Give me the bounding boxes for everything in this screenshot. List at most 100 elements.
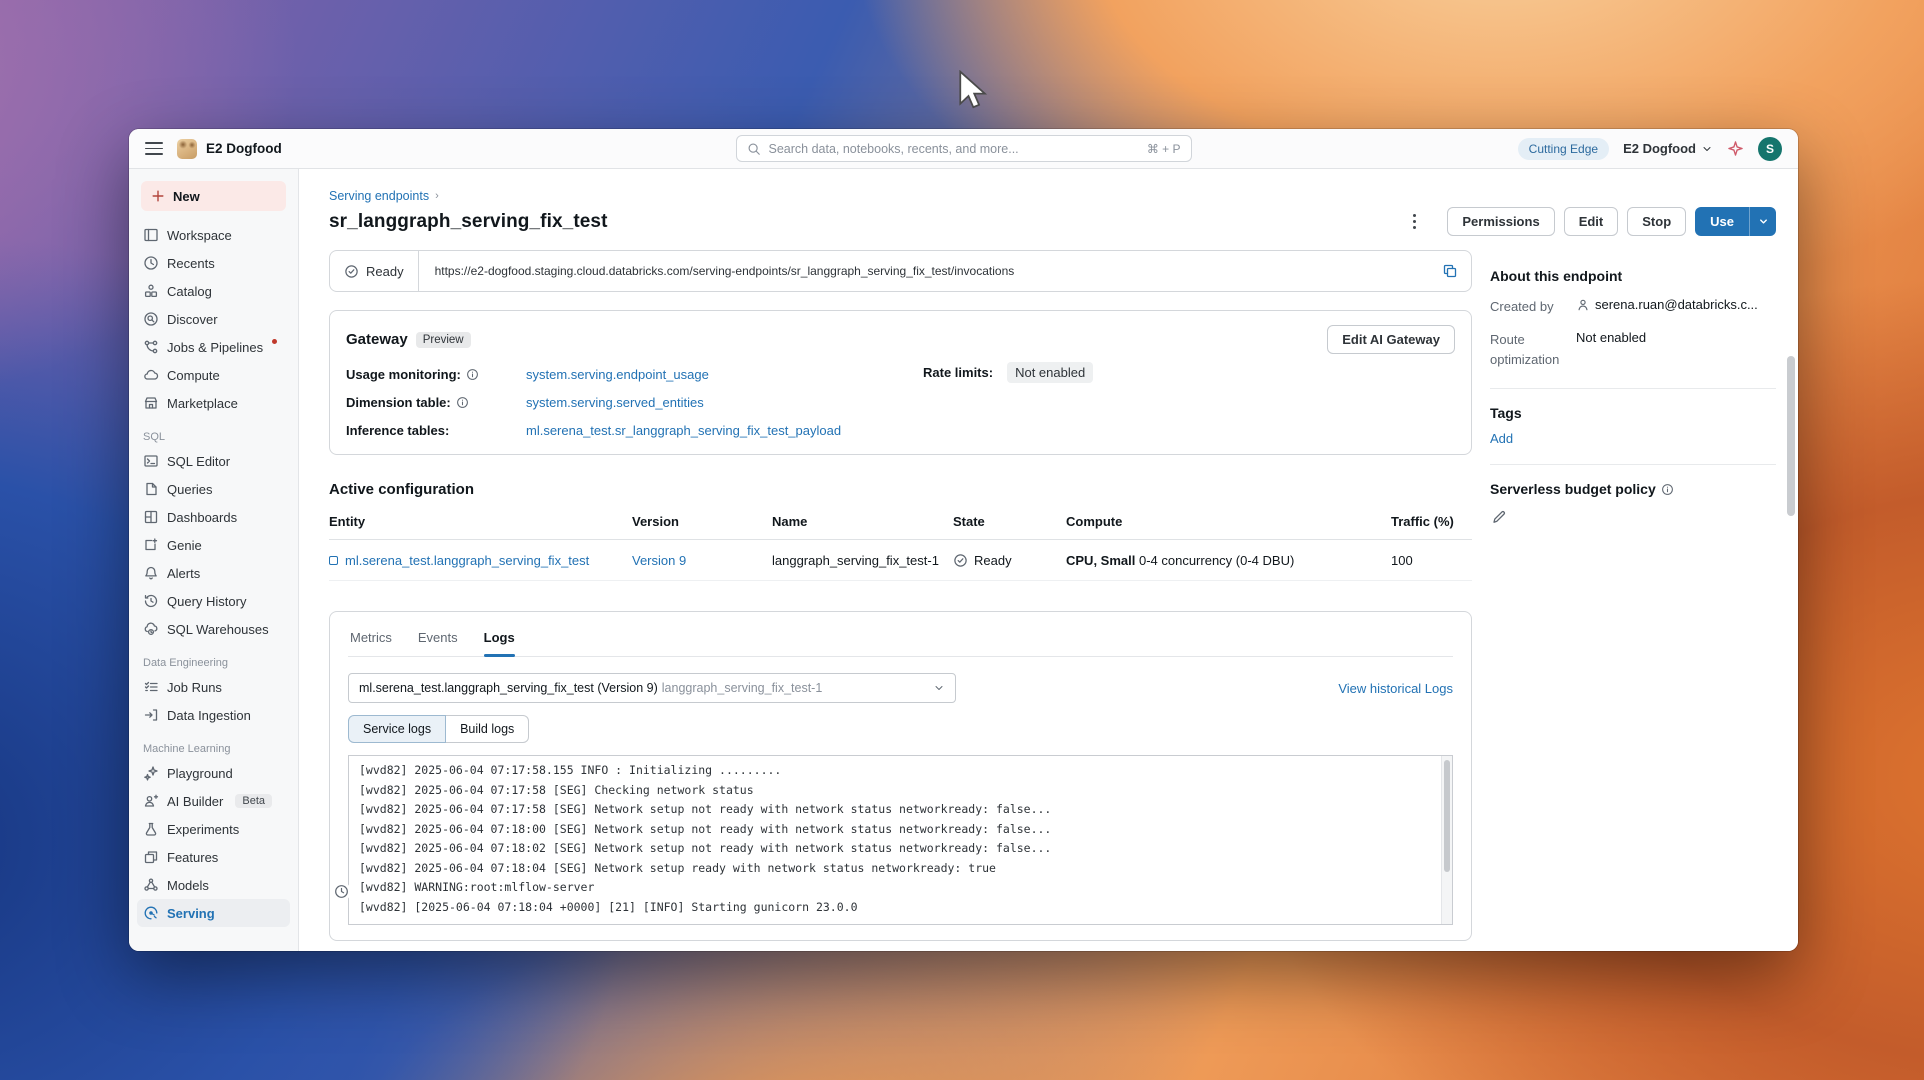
about-title: About this endpoint [1490,268,1623,284]
served-entity-selector[interactable]: ml.serena_test.langgraph_serving_fix_tes… [348,673,956,703]
sidebar-item-job-runs[interactable]: Job Runs [137,673,290,701]
sidebar-item-dashboards[interactable]: Dashboards [137,503,290,531]
entity-icon [329,556,338,565]
log-clock-icon[interactable] [332,882,351,901]
sidebar-item-marketplace[interactable]: Marketplace [137,389,290,417]
queries-icon [146,482,157,496]
copy-icon[interactable] [1442,263,1458,279]
search-shortcut: ⌘ + P [1146,141,1181,156]
sidebar-item-features[interactable]: Features [137,843,290,871]
tab-logs[interactable]: Logs [483,630,515,657]
sidebar-item-sql-editor[interactable]: SQL Editor [137,447,290,475]
mouse-cursor [959,70,988,109]
permissions-button[interactable]: Permissions [1447,207,1555,236]
sidebar-section-machine-learning: Machine Learning [143,743,231,755]
bell-icon [145,566,157,580]
use-button[interactable]: Use [1695,207,1749,236]
person-icon [1578,299,1588,311]
sidebar-item-models[interactable]: Models [137,871,290,899]
sidebar-item-sql-warehouses[interactable]: SQL Warehouses [137,615,290,643]
info-icon[interactable] [466,368,479,381]
sidebar-item-compute[interactable]: Compute [137,361,290,389]
sidebar-item-data-ingestion[interactable]: Data Ingestion [137,701,290,729]
search-icon [748,143,760,155]
divider [1490,388,1776,390]
features-icon [144,851,158,864]
endpoint-details-panel: About this endpoint Created by serena.ru… [1490,250,1776,941]
sidebar-item-workspace[interactable]: Workspace [137,221,290,249]
global-search[interactable]: ⌘ + P [735,135,1192,162]
sidebar-section-sql: SQL [143,431,166,443]
edit-button[interactable]: Edit [1563,207,1619,236]
playground-icon [144,766,158,781]
serving-icon [144,906,158,920]
inference-tables-link[interactable]: ml.serena_test.sr_langgraph_serving_fix_… [526,423,841,438]
chevron-down-icon [935,686,943,690]
info-icon[interactable] [456,396,469,409]
endpoint-state: Ready [366,263,404,279]
version-link[interactable]: Version 9 [632,553,686,568]
ready-check-icon [345,264,358,278]
route-optimization-value: Not enabled [1576,330,1647,346]
release-channel-badge[interactable]: Cutting Edge [1517,137,1610,160]
service-logs-tab[interactable]: Service logs [348,715,447,743]
sidebar-item-catalog[interactable]: Catalog [137,277,290,305]
sidebar-item-playground[interactable]: Playground [137,759,290,787]
sidebar-item-experiments[interactable]: Experiments [137,815,290,843]
log-scrollbar-thumb[interactable] [1444,760,1450,872]
entity-link[interactable]: ml.serena_test.langgraph_serving_fix_tes… [329,553,632,568]
edit-ai-gateway-button[interactable]: Edit AI Gateway [1327,325,1455,354]
page-scrollbar-thumb[interactable] [1787,356,1795,516]
sidebar-item-queries[interactable]: Queries [137,475,290,503]
log-output[interactable]: [wvd82] 2025-06-04 07:17:58.155 INFO : I… [348,755,1453,925]
plus-icon [152,190,164,202]
sidebar-item-query-history[interactable]: Query History [137,587,290,615]
tab-bar: Metrics Events Logs [348,628,1453,657]
table-row: ml.serena_test.langgraph_serving_fix_tes… [329,540,1472,581]
sidebar-item-genie[interactable]: Genie [137,531,290,559]
gateway-card: Gateway Preview Edit AI Gateway Usage mo… [329,310,1472,455]
job-runs-icon [144,681,158,692]
breadcrumb: Serving endpoints › [329,189,1776,203]
workspace-switcher[interactable]: E2 Dogfood [1623,141,1713,156]
add-tag-link[interactable]: Add [1490,431,1513,446]
edit-budget-policy-pencil-icon[interactable] [1490,509,1508,525]
sidebar-item-jobs-pipelines[interactable]: Jobs & Pipelines [137,333,290,361]
chevron-down-icon [1759,219,1767,224]
endpoint-url: https://e2-dogfood.staging.cloud.databri… [434,264,1015,278]
experiments-icon [145,822,157,836]
overflow-menu-icon[interactable] [1402,210,1426,234]
stop-button[interactable]: Stop [1627,207,1687,236]
route-optimization-label: Route optimization [1490,332,1560,368]
sidebar-item-serving[interactable]: Serving [137,899,290,927]
sidebar-item-recents[interactable]: Recents [137,249,290,277]
new-button[interactable]: New [141,181,286,211]
assistant-sparkle-icon[interactable] [1727,140,1744,157]
sidebar-item-discover[interactable]: Discover [137,305,290,333]
hamburger-menu-icon[interactable] [145,142,163,155]
build-logs-tab[interactable]: Build logs [446,715,530,743]
created-by-value[interactable]: serena.ruan@databricks.c... [1595,297,1758,312]
created-by-label: Created by [1490,299,1554,314]
ai-builder-icon [144,794,159,807]
tab-events[interactable]: Events [418,630,458,656]
rate-limits-value: Not enabled [1007,362,1094,383]
rate-limits-label: Rate limits: [923,365,994,380]
breadcrumb-link[interactable]: Serving endpoints [329,189,429,203]
info-icon[interactable] [1661,483,1674,496]
search-input[interactable] [768,141,1147,156]
tags-title: Tags [1490,405,1522,422]
compute-icon [144,369,159,380]
log-type-toggle: Service logs Build logs [348,715,530,743]
sidebar-item-ai-builder[interactable]: AI Builder Beta [137,787,290,815]
sidebar-item-alerts[interactable]: Alerts [137,559,290,587]
view-historical-logs-link[interactable]: View historical Logs [1338,681,1453,696]
served-entity-name: langgraph_serving_fix_test-1 [772,553,939,568]
tab-metrics[interactable]: Metrics [350,630,392,656]
user-avatar[interactable]: S [1758,136,1782,161]
dimension-table-link[interactable]: system.serving.served_entities [526,395,704,410]
details-panel: Metrics Events Logs ml.serena_test.langg… [329,611,1472,941]
usage-monitoring-link[interactable]: system.serving.endpoint_usage [526,367,709,382]
use-dropdown-caret[interactable] [1749,207,1776,236]
log-scrollbar-track[interactable] [1441,756,1452,924]
